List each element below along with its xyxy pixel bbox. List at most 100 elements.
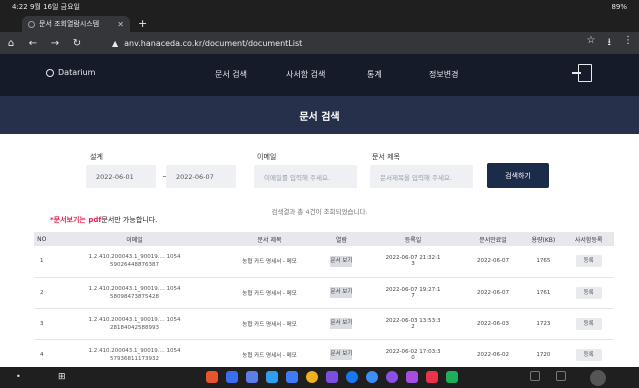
app-icon[interactable] — [426, 371, 438, 383]
new-tab-icon[interactable]: + — [138, 17, 147, 30]
warning-icon: ▲ — [112, 38, 119, 48]
browser-toolbar: ⌂ ← → ↻ ▲ anv.hanaceda.co.kr/document/do… — [0, 32, 639, 54]
document-table: NO 이메일 문서 제목 열람 등록일 문서만료일 용량(KB) 사서함등록 1… — [34, 232, 614, 371]
row-title: 농협 카드 명세서 - 메모 — [242, 259, 297, 266]
table-row: 3 1.2.410.200043.1_90019.... 1054 2818404… — [34, 308, 614, 339]
row-title: 농협 카드 명세서 - 메모 — [242, 352, 297, 359]
search-button[interactable]: 검색하기 — [487, 163, 549, 188]
view-document-button[interactable]: 문서 보기 — [330, 318, 353, 329]
home-nav-icon[interactable] — [556, 371, 566, 381]
battery-level: 89% — [611, 3, 627, 11]
row-title: 농협 카드 명세서 - 메모 — [242, 290, 297, 297]
register-button[interactable]: 등록 — [575, 286, 602, 299]
row-size: 1761 — [536, 289, 551, 296]
row-view: 문서 보기 — [320, 308, 364, 339]
app-icon[interactable] — [286, 371, 298, 383]
view-document-button[interactable]: 문서 보기 — [330, 349, 353, 360]
app-icon[interactable] — [246, 371, 258, 383]
title-field[interactable]: 문서제목을 입력해 주세요. — [370, 165, 473, 188]
row-expire: 2022-06-02 — [477, 351, 509, 358]
table-row: 2 1.2.410.200043.1_90019.... 1054 5809847… — [34, 277, 614, 308]
page-title-band: 문서 검색 — [0, 96, 639, 134]
status-time: 4:22 9월 16일 금요일 — [12, 3, 80, 11]
notice-prefix: *문서보기는 — [50, 216, 89, 224]
row-expire: 2022-06-03 — [477, 320, 509, 327]
browser-tab[interactable]: 문서 조회열람시스템 ✕ — [22, 16, 130, 32]
pdf-notice: *문서보기는 pdf문서만 가능합니다. — [50, 215, 157, 225]
more-menu-icon[interactable]: ⋮ — [623, 35, 633, 52]
register-button[interactable]: 등록 — [575, 317, 602, 330]
register-button[interactable]: 등록 — [575, 348, 602, 361]
col-view: 열람 — [335, 236, 347, 244]
url-text: anv.hanaceda.co.kr/document/documentList — [124, 38, 303, 48]
date-to-field[interactable]: 2022-06-07 — [166, 165, 236, 188]
download-icon[interactable]: ⭳ — [608, 35, 612, 52]
address-bar[interactable]: ▲ anv.hanaceda.co.kr/document/documentLi… — [112, 35, 582, 51]
reload-icon[interactable]: ↻ — [66, 38, 88, 49]
col-email: 이메일 — [126, 236, 143, 244]
app-icon[interactable] — [326, 371, 338, 383]
close-tab-icon[interactable]: ✕ — [117, 20, 124, 29]
row-mailbox: 등록 — [563, 277, 614, 308]
row-registered: 2022-06-02 17:03:3 0 — [385, 348, 441, 361]
home-icon[interactable]: ⌂ — [0, 38, 22, 49]
menu-mailbox-search[interactable]: 사서함 검색 — [286, 69, 325, 80]
system-taskbar: • ⊞ — [0, 367, 639, 388]
bookmark-star-icon[interactable]: ☆ — [587, 35, 596, 52]
app-icon[interactable] — [386, 371, 398, 383]
row-view: 문서 보기 — [320, 246, 364, 277]
row-registered: 2022-06-03 13:53:3 2 — [385, 317, 441, 330]
email-label: 이메일 — [257, 153, 277, 161]
row-mailbox: 등록 — [563, 308, 614, 339]
row-size: 1723 — [536, 320, 551, 327]
row-view: 문서 보기 — [320, 277, 364, 308]
notice-highlight: pdf — [88, 216, 102, 224]
view-document-button[interactable]: 문서 보기 — [330, 255, 353, 267]
table-header-row: NO 이메일 문서 제목 열람 등록일 문서만료일 용량(KB) 사서함등록 — [34, 232, 614, 246]
app-icon[interactable] — [366, 371, 378, 383]
view-document-button[interactable]: 문서 보기 — [330, 287, 353, 298]
back-icon[interactable]: ← — [22, 38, 44, 49]
col-no: NO — [37, 235, 47, 243]
row-no: 2 — [40, 289, 44, 296]
app-drawer-icon[interactable]: ⊞ — [58, 372, 66, 382]
row-mailbox: 등록 — [563, 246, 614, 277]
row-no: 4 — [40, 351, 44, 358]
page-title: 문서 검색 — [299, 112, 340, 123]
row-expire: 2022-06-07 — [477, 289, 509, 296]
recents-icon[interactable] — [530, 371, 540, 381]
row-email: 1.2.410.200043.1_90019.... 1054 281840425… — [88, 316, 181, 331]
app-icon[interactable] — [206, 371, 218, 383]
site-header: Datarium 문서 검색 사서함 검색 통계 정보변경 — [0, 54, 639, 96]
table-row: 4 1.2.410.200043.1_90019.... 1054 5793681… — [34, 339, 614, 370]
row-size: 1720 — [536, 351, 551, 358]
facebook-icon[interactable] — [346, 371, 358, 383]
row-view: 문서 보기 — [320, 339, 364, 370]
notice-suffix: 문서만 가능합니다. — [101, 216, 158, 224]
row-size: 1765 — [536, 258, 551, 265]
site-logo[interactable]: Datarium — [46, 68, 95, 77]
forward-icon[interactable]: → — [44, 38, 66, 49]
app-icon[interactable] — [266, 371, 278, 383]
row-email: 1.2.410.200043.1_90019.... 1054 580984738… — [88, 285, 181, 300]
logout-icon[interactable] — [572, 64, 592, 82]
email-field[interactable]: 이메일를 입력해 주세요. — [254, 165, 357, 188]
row-registered: 2022-06-07 19:27:1 7 — [385, 286, 441, 299]
row-no: 3 — [40, 320, 44, 327]
favicon-icon — [28, 20, 35, 28]
browser-tab-strip: 문서 조회열람시스템 ✕ + — [0, 14, 639, 32]
date-from-field[interactable]: 2022-06-01 — [86, 165, 156, 188]
app-icon[interactable] — [446, 371, 458, 383]
menu-change-info[interactable]: 정보변경 — [429, 69, 458, 80]
row-expire: 2022-06-07 — [477, 258, 509, 265]
row-email: 1.2.410.200043.1_90019.... 1054 579368111… — [88, 347, 181, 362]
app-icon[interactable] — [406, 371, 418, 383]
avatar[interactable] — [590, 370, 606, 386]
menu-statistics[interactable]: 통계 — [367, 69, 382, 80]
app-icon[interactable] — [226, 371, 238, 383]
menu-document-search[interactable]: 문서 검색 — [215, 69, 247, 80]
col-size: 용량(KB) — [531, 236, 556, 244]
register-button[interactable]: 등록 — [575, 255, 602, 268]
chrome-icon[interactable] — [306, 371, 318, 383]
logo-text: Datarium — [58, 68, 96, 77]
